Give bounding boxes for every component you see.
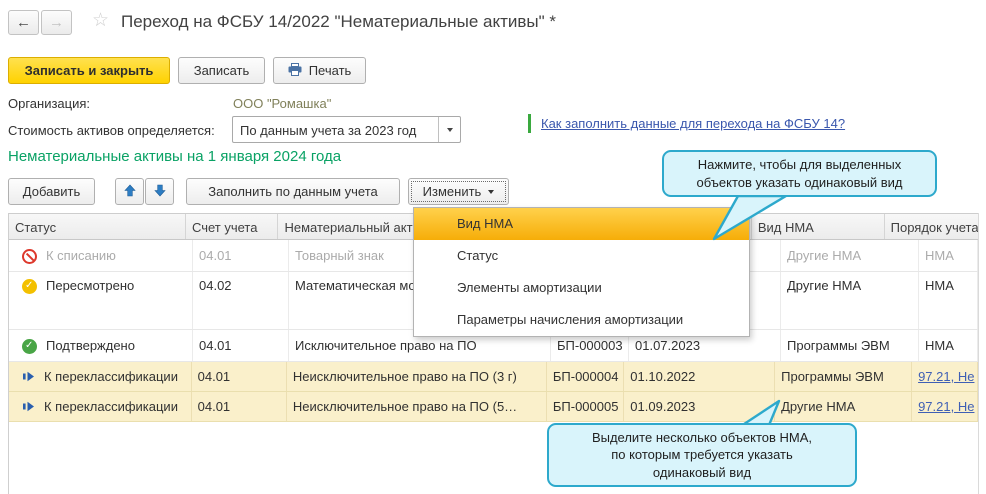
menu-item-amortization-elements[interactable]: Элементы амортизации xyxy=(414,272,749,304)
status-icon-review-check-yellow xyxy=(22,279,37,294)
callout-bottom: Выделите несколько объектов НМА, по кото… xyxy=(547,423,857,487)
order-link[interactable]: 97.21, Не xyxy=(918,399,974,414)
asset-cell: Неисключительное право на ПО (5… xyxy=(287,392,547,421)
order-cell: НМА xyxy=(919,330,978,361)
page-title: Переход на ФСБУ 14/2022 "Нематериальные … xyxy=(121,12,557,31)
status-icon-prohibited xyxy=(22,249,37,264)
kind-cell: Другие НМА xyxy=(775,392,913,421)
printer-icon xyxy=(288,62,302,79)
status-label: Пересмотрено xyxy=(46,278,135,293)
move-down-button[interactable] xyxy=(145,178,174,205)
document-cell: БП-000005 xyxy=(547,392,625,421)
account-cell: 04.01 xyxy=(193,330,289,361)
save-close-button[interactable]: Записать и закрыть xyxy=(8,57,170,84)
account-cell: 04.01 xyxy=(192,392,287,421)
favorite-star-icon[interactable]: ☆ xyxy=(92,9,109,32)
kind-cell: Другие НМА xyxy=(781,272,919,329)
date-cell: 01.10.2022 xyxy=(624,362,776,391)
help-accent-bar xyxy=(528,114,531,133)
add-button[interactable]: Добавить xyxy=(8,178,95,205)
chevron-down-icon[interactable] xyxy=(438,117,460,142)
arrow-left-icon: ← xyxy=(16,14,31,31)
table-row[interactable]: К переклассификации 04.01 Неисключительн… xyxy=(9,362,978,392)
back-button[interactable]: ← xyxy=(8,10,39,35)
status-icon-reclassify-blue xyxy=(22,370,35,386)
change-button[interactable]: Изменить xyxy=(408,178,509,205)
asset-cell: Неисключительное право на ПО (3 г) xyxy=(287,362,547,391)
column-header-order: Порядок учета xyxy=(890,220,978,235)
organization-value[interactable]: ООО "Ромашка" xyxy=(233,96,331,111)
status-icon-reclassify-blue xyxy=(22,400,35,416)
column-header-status: Статус xyxy=(9,214,186,239)
section-title: Нематериальные активы на 1 января 2024 г… xyxy=(8,148,342,165)
callout-tail xyxy=(712,195,788,241)
help-link[interactable]: Как заполнить данные для перехода на ФСБ… xyxy=(541,116,845,131)
kind-cell: Программы ЭВМ xyxy=(775,362,913,391)
order-cell: 97.21, Не xyxy=(912,362,978,391)
callout-line: одинаковый вид xyxy=(652,464,752,480)
forward-button[interactable]: → xyxy=(41,10,72,35)
account-cell: 04.01 xyxy=(192,362,287,391)
status-label: К списанию xyxy=(46,248,116,263)
valuation-label: Стоимость активов определяется: xyxy=(8,123,215,138)
callout-line: объектов указать одинаковый вид xyxy=(696,174,903,190)
organization-label: Организация: xyxy=(8,96,91,111)
caret-down-icon xyxy=(488,190,495,197)
account-cell: 04.01 xyxy=(193,240,289,271)
kind-cell: Программы ЭВМ xyxy=(781,330,919,361)
valuation-selected-value: По данным учета за 2023 год xyxy=(240,123,417,138)
status-label: К переклассификации xyxy=(44,399,178,414)
menu-item-status[interactable]: Статус xyxy=(414,240,749,272)
order-cell: НМА xyxy=(919,272,978,329)
arrow-up-icon xyxy=(123,184,136,200)
move-up-button[interactable] xyxy=(115,178,144,205)
callout-line: по которым требуется указать xyxy=(611,447,793,463)
print-button-label: Печать xyxy=(308,63,352,78)
arrow-down-icon xyxy=(153,184,166,200)
status-icon-confirmed-check-green xyxy=(22,339,37,354)
fill-by-accounting-data-button[interactable]: Заполнить по данным учета xyxy=(186,178,400,205)
menu-item-amortization-params[interactable]: Параметры начисления амортизации xyxy=(414,304,749,336)
arrow-right-icon: → xyxy=(49,14,64,31)
kind-cell: Другие НМА xyxy=(781,240,919,271)
order-link[interactable]: 97.21, Не xyxy=(918,369,974,384)
callout-top: Нажмите, чтобы для выделенных объектов у… xyxy=(662,150,937,197)
column-header-account: Счет учета xyxy=(186,214,279,239)
print-button[interactable]: Печать xyxy=(273,57,366,84)
change-button-label: Изменить xyxy=(422,184,482,199)
order-cell: 97.21, Не xyxy=(912,392,978,421)
table-row[interactable]: К переклассификации 04.01 Неисключительн… xyxy=(9,392,978,422)
document-cell: БП-000004 xyxy=(547,362,625,391)
account-cell: 04.02 xyxy=(193,272,289,329)
order-cell: НМА xyxy=(919,240,978,271)
menu-item-vid-nma[interactable]: Вид НМА xyxy=(414,208,749,240)
status-label: Подтверждено xyxy=(46,338,135,353)
save-button[interactable]: Записать xyxy=(178,57,265,84)
callout-line: Выделите несколько объектов НМА, xyxy=(591,430,813,446)
callout-line: Нажмите, чтобы для выделенных xyxy=(697,157,902,173)
app-window: ← → ☆ Переход на ФСБУ 14/2022 "Нематериа… xyxy=(0,0,986,494)
valuation-select[interactable]: По данным учета за 2023 год xyxy=(232,116,461,143)
status-label: К переклассификации xyxy=(44,369,178,384)
